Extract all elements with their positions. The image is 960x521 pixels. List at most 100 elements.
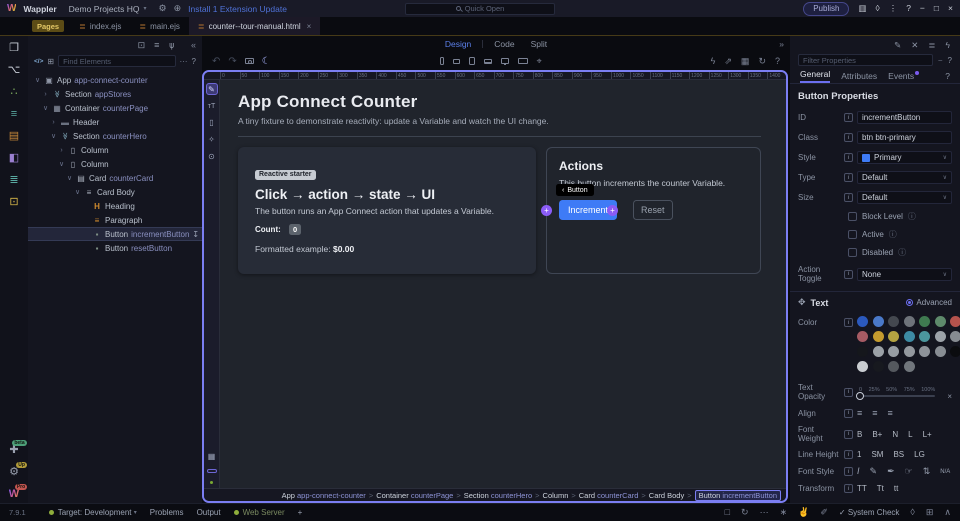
color-swatch[interactable]	[935, 346, 946, 357]
close-tab-icon[interactable]: ×	[307, 22, 312, 31]
problems-button[interactable]: Problems	[150, 508, 184, 517]
menu-kebab-icon[interactable]: ⋮	[889, 4, 898, 13]
breadcrumb-item-app-connect-counter[interactable]: App app-connect-counter	[282, 491, 366, 500]
device-phone-landscape-icon[interactable]	[453, 59, 460, 64]
tree-expander-icon[interactable]: ∨	[66, 174, 73, 182]
layers-icon[interactable]: ≣	[9, 175, 18, 186]
device-phone-icon[interactable]	[440, 57, 444, 65]
bindings-icon[interactable]: ✕	[911, 41, 918, 50]
option-b[interactable]: B+	[872, 430, 882, 439]
device-tablet-icon[interactable]	[469, 57, 475, 65]
project-selector[interactable]: Demo Projects HQ ▾	[64, 3, 152, 15]
color-swatch[interactable]	[888, 316, 899, 327]
tree-item-counterhero[interactable]: ∨≫SectioncounterHero	[28, 129, 202, 143]
styles-icon[interactable]: ◧	[9, 153, 19, 164]
extension-update-icon[interactable]: ⊕	[174, 3, 182, 14]
find-elements-input[interactable]	[58, 55, 175, 67]
italic-icon[interactable]: I	[857, 466, 860, 477]
tree-item-incrementbutton[interactable]: ▪ButtonincrementButton↧+❏	[28, 227, 202, 241]
refresh-icon[interactable]: ↻	[758, 57, 766, 66]
disabled-checkbox[interactable]	[848, 248, 857, 257]
color-swatch[interactable]	[888, 346, 899, 357]
tab-events[interactable]: Events	[888, 71, 919, 83]
panels-icon[interactable]: ▥	[858, 4, 866, 13]
help-icon[interactable]: ?	[906, 4, 911, 13]
color-swatch[interactable]	[857, 361, 868, 372]
color-swatch[interactable]	[904, 361, 915, 372]
option-n[interactable]: N	[892, 430, 898, 439]
target-selector[interactable]: Target: Development ▾	[49, 508, 137, 517]
edit-tool-icon[interactable]: ✎	[206, 83, 218, 95]
wand-tool-icon[interactable]: ✧	[208, 135, 215, 144]
color-swatch[interactable]	[873, 316, 884, 327]
web-server-indicator[interactable]: Web Server	[234, 508, 285, 517]
option-lg[interactable]: LG	[914, 450, 925, 459]
pages-icon[interactable]: ❐	[9, 43, 19, 54]
pages-badge[interactable]: Pages	[32, 20, 64, 32]
tab-code[interactable]: Code	[489, 39, 519, 49]
undo-icon[interactable]: ↶	[212, 56, 220, 67]
hand-icon[interactable]: ☞	[905, 466, 913, 477]
code-view-icon[interactable]: </>	[34, 58, 43, 65]
option-tt[interactable]: tt	[894, 484, 898, 493]
workflow-icon[interactable]: ∴	[11, 87, 18, 98]
tree-expander-icon[interactable]: ∨	[74, 188, 81, 196]
tree-expander-icon[interactable]: ›	[42, 91, 49, 98]
close-icon[interactable]: ×	[948, 4, 953, 13]
breadcrumb-item-counterhero[interactable]: Section counterHero	[464, 491, 532, 500]
device-desktop-icon[interactable]	[501, 58, 509, 64]
git-icon[interactable]: ⌥	[8, 65, 21, 76]
text-tool-icon[interactable]: тT	[208, 103, 215, 110]
tab-main-ejs[interactable]: ≣ main.ejs	[130, 17, 189, 35]
database-icon[interactable]: ≡	[11, 109, 17, 120]
color-swatch[interactable]	[935, 331, 946, 342]
minimize-icon[interactable]: −	[938, 56, 943, 65]
color-swatch[interactable]	[950, 346, 960, 357]
tree-expander-icon[interactable]: ∨	[34, 76, 41, 84]
tree-item-paragraph[interactable]: ≡Paragraph	[28, 213, 202, 227]
move-down-icon[interactable]: ↧	[192, 230, 199, 239]
tree-expander-icon[interactable]: ›	[50, 119, 57, 126]
option-tt[interactable]: TT	[857, 484, 867, 493]
color-swatch[interactable]	[888, 361, 899, 372]
wappler-pro-icon[interactable]: WPro	[9, 488, 19, 500]
advanced-toggle[interactable]: Advanced	[906, 298, 952, 307]
type-select[interactable]: Default∨	[857, 171, 952, 184]
na-option[interactable]: N/A	[940, 469, 950, 475]
size-select[interactable]: Default∨	[857, 191, 952, 204]
collection-icon[interactable]: ≣	[928, 41, 935, 50]
tree-item-counterpage[interactable]: ∨▦ContainercounterPage	[28, 101, 202, 115]
color-swatch[interactable]	[857, 346, 868, 357]
more-icon[interactable]: ⋯	[760, 508, 769, 517]
option-tt[interactable]: Tt	[877, 484, 884, 493]
color-swatch[interactable]	[857, 331, 868, 342]
dark-mode-icon[interactable]: ☾	[262, 56, 271, 67]
tab-index-ejs[interactable]: ≣ index.ejs	[70, 17, 130, 35]
extension-update-link[interactable]: Install 1 Extension Update	[188, 4, 287, 14]
tree-item-column[interactable]: ∨▯Column	[28, 157, 202, 171]
action-toggle-select[interactable]: None∨	[857, 268, 952, 281]
block-level-checkbox[interactable]	[848, 212, 857, 221]
reactive-starter-card[interactable]: Reactive starter Click → action → state …	[238, 147, 536, 274]
reset-button[interactable]: Reset	[633, 200, 673, 220]
active-checkbox[interactable]	[848, 230, 857, 239]
device-laptop-icon[interactable]	[484, 59, 492, 64]
color-swatch[interactable]	[857, 316, 868, 327]
outline-icon[interactable]: ≡	[154, 40, 159, 50]
tree-expander-icon[interactable]: ∨	[42, 104, 49, 112]
fit-size-icon[interactable]: ⌖	[537, 56, 542, 67]
color-swatch[interactable]	[904, 346, 915, 357]
collapse-up-icon[interactable]: ∧	[944, 508, 951, 517]
color-swatch[interactable]	[950, 316, 960, 327]
tab-attributes[interactable]: Attributes	[841, 71, 877, 83]
edit-icon[interactable]: ✎	[894, 41, 901, 50]
color-swatch[interactable]	[873, 361, 884, 372]
ai-robot-icon[interactable]: ⊡	[9, 197, 18, 208]
eye-tool-icon[interactable]: ⊙	[208, 152, 215, 161]
breadcrumb-item-countercard[interactable]: Card counterCard	[579, 491, 639, 500]
system-check-button[interactable]: ✓ System Check	[839, 508, 900, 517]
text-opacity-slider[interactable]: 025%50%75%100%	[857, 387, 943, 397]
actions-icon[interactable]: ϟ	[946, 41, 951, 50]
color-swatch[interactable]	[919, 346, 930, 357]
tree-item-card-body[interactable]: ∨≡Card Body	[28, 185, 202, 199]
